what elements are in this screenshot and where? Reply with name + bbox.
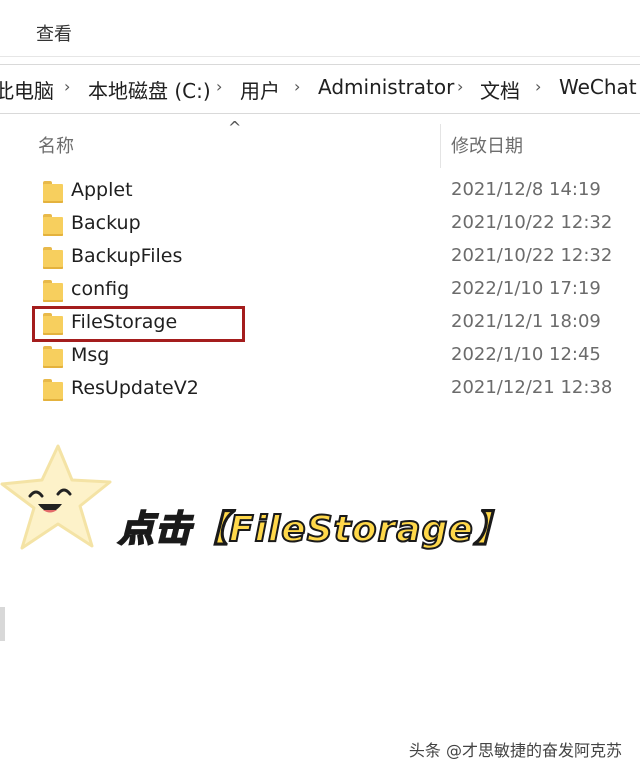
file-modified-date: 2021/12/1 18:09 (451, 311, 601, 332)
chevron-right-icon[interactable]: › (535, 77, 541, 96)
file-name[interactable]: Msg (71, 344, 109, 366)
folder-icon (43, 280, 63, 302)
file-row-config[interactable]: config 2022/1/10 17:19 (0, 276, 640, 309)
file-row-resupdatev2[interactable]: ResUpdateV2 2021/12/21 12:38 (0, 375, 640, 408)
ribbon: 查看 (0, 0, 640, 57)
folder-icon (43, 214, 63, 236)
column-header-name[interactable]: 名称 (38, 132, 74, 158)
breadcrumb-documents[interactable]: 文档 (480, 75, 520, 104)
watermark: 头条 @才思敏捷的奋发阿克苏 (408, 741, 622, 760)
file-modified-date: 2021/12/21 12:38 (451, 377, 613, 398)
file-row-applet[interactable]: Applet 2021/12/8 14:19 (0, 177, 640, 210)
chevron-right-icon[interactable]: › (216, 77, 222, 96)
file-row-backup[interactable]: Backup 2021/10/22 12:32 (0, 210, 640, 243)
file-modified-date: 2021/10/22 12:32 (451, 212, 613, 233)
scrollbar-fragment[interactable] (0, 607, 5, 641)
breadcrumb-administrator[interactable]: Administrator (318, 75, 454, 99)
breadcrumb-users[interactable]: 用户 (240, 75, 280, 104)
file-row-backupfiles[interactable]: BackupFiles 2021/10/22 12:32 (0, 243, 640, 276)
folder-icon (43, 346, 63, 368)
chevron-right-icon[interactable]: › (64, 77, 70, 96)
column-header-modified[interactable]: 修改日期 (451, 132, 523, 158)
file-modified-date: 2021/12/8 14:19 (451, 179, 601, 200)
file-name[interactable]: Backup (71, 212, 141, 234)
instruction-caption: 点击【FileStorage】 (117, 508, 511, 551)
column-divider[interactable] (440, 124, 441, 168)
file-name[interactable]: ResUpdateV2 (71, 377, 199, 399)
file-name[interactable]: BackupFiles (71, 245, 182, 267)
chevron-right-icon[interactable]: › (294, 77, 300, 96)
smiling-star-icon (0, 444, 112, 550)
sort-up-icon[interactable]: ^ (228, 118, 241, 137)
breadcrumb-local-disk[interactable]: 本地磁盘 (C:) (88, 75, 211, 104)
breadcrumb-wechat-files[interactable]: WeChat Files (559, 75, 640, 99)
breadcrumb-this-pc[interactable]: 此电脑 (0, 75, 54, 104)
file-modified-date: 2022/1/10 17:19 (451, 278, 601, 299)
highlight-box (32, 306, 245, 342)
folder-icon (43, 181, 63, 203)
folder-icon (43, 379, 63, 401)
tab-view[interactable]: 查看 (36, 20, 72, 46)
file-row-msg[interactable]: Msg 2022/1/10 12:45 (0, 342, 640, 375)
file-name[interactable]: Applet (71, 179, 133, 201)
chevron-right-icon[interactable]: › (457, 77, 463, 96)
folder-icon (43, 247, 63, 269)
file-modified-date: 2022/1/10 12:45 (451, 344, 601, 365)
address-bar[interactable]: 此电脑 › 本地磁盘 (C:) › 用户 › Administrator › 文… (0, 64, 640, 114)
file-name[interactable]: config (71, 278, 129, 300)
file-modified-date: 2021/10/22 12:32 (451, 245, 613, 266)
